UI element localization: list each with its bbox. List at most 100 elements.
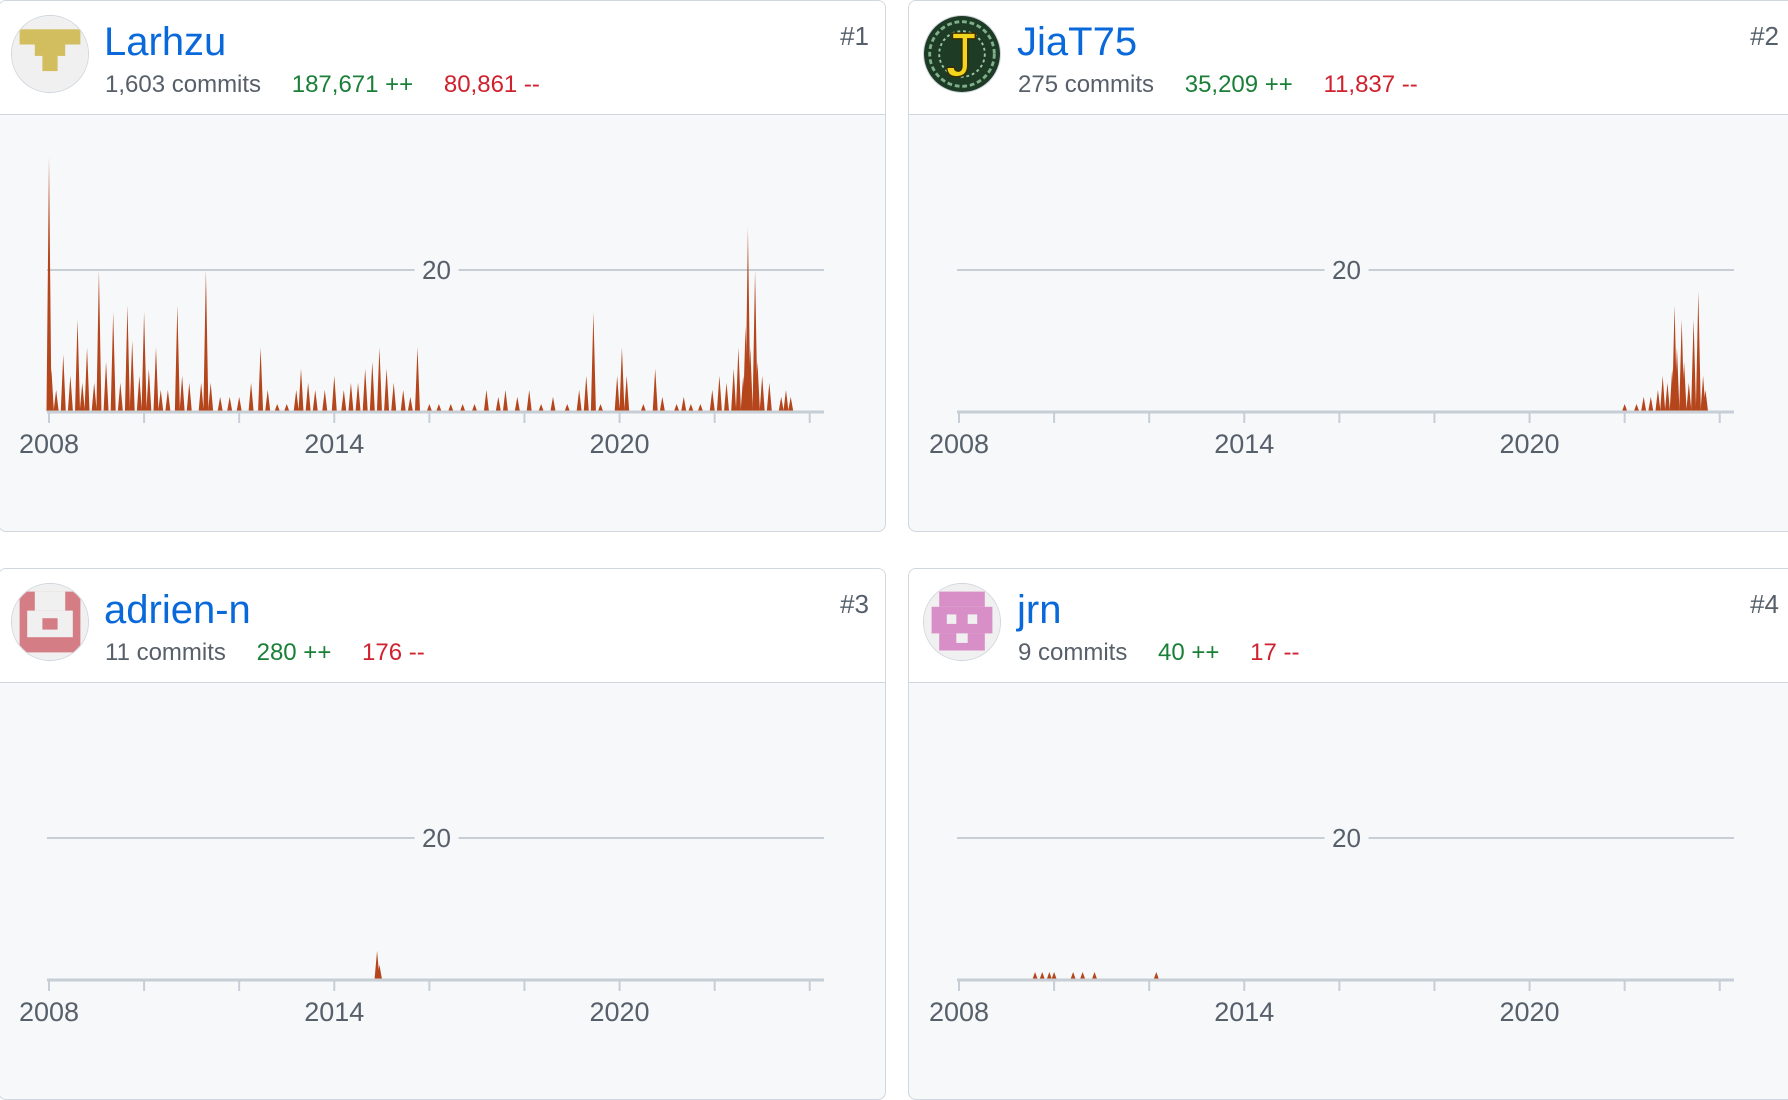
activity-spike: [236, 396, 242, 411]
activity-spike: [659, 396, 665, 411]
activity-spike: [79, 382, 85, 411]
y-tick-label: 20: [1332, 255, 1361, 285]
commit-activity-chart: 20 2008 2014 2020: [19, 823, 824, 1027]
activity-spike: [436, 403, 442, 411]
activity-spike: [355, 382, 361, 411]
activity-spike: [208, 382, 214, 411]
username-link[interactable]: Larhzu: [104, 19, 226, 65]
x-tick-label: 2020: [1500, 997, 1560, 1027]
deletions-count: 11,837 --: [1323, 71, 1418, 98]
rank-label: #4: [1750, 589, 1779, 619]
activity-spike: [376, 347, 382, 411]
avatar[interactable]: [11, 583, 89, 661]
commit-count-link[interactable]: 1,603 commits: [105, 71, 261, 98]
activity-spike: [1695, 291, 1701, 411]
activity-spike: [414, 347, 420, 411]
activity-spike: [619, 347, 625, 411]
activity-spike: [198, 382, 204, 411]
activity-spike: [576, 389, 582, 411]
activity-spike: [141, 312, 147, 411]
activity-spike: [284, 403, 290, 411]
activity-spike: [788, 396, 794, 411]
activity-spike: [158, 389, 164, 411]
rank-label: #3: [840, 589, 869, 619]
activity-spike: [84, 347, 90, 411]
commit-activity-chart: 20 2008 2014 2020: [929, 255, 1734, 459]
card-header: JiaT75 275 commits 35,209 ++ 11,837 -- #…: [909, 1, 1788, 115]
activity-spike: [640, 403, 646, 411]
activity-spike: [590, 312, 596, 411]
rank-label: #2: [1750, 21, 1779, 51]
rank-label: #1: [840, 21, 869, 51]
activity-spike: [117, 382, 123, 411]
commit-count-link[interactable]: 11 commits: [105, 639, 226, 666]
card-header: adrien-n 11 commits 280 ++ 176 -- #3: [0, 569, 885, 683]
activity-spike: [67, 375, 73, 411]
deletions-count: 176 --: [362, 639, 425, 666]
activity-spike: [759, 375, 765, 411]
activity-spike: [583, 375, 589, 411]
additions-count: 280 ++: [256, 639, 332, 666]
additions-count: 40 ++: [1158, 639, 1220, 666]
activity-spike: [766, 382, 772, 411]
activity-spike: [384, 368, 390, 411]
activity-spike: [103, 361, 109, 411]
activity-spike: [550, 396, 556, 411]
activity-spike: [91, 382, 97, 411]
activity-spike: [426, 403, 432, 411]
username-link[interactable]: JiaT75: [1017, 19, 1137, 65]
x-tick-label: 2008: [19, 997, 79, 1027]
activity-spike: [165, 389, 171, 411]
activity-spike: [179, 375, 185, 411]
activity-spike: [362, 368, 368, 411]
activity-spike: [174, 305, 180, 411]
commit-count-link[interactable]: 275 commits: [1018, 71, 1154, 98]
activity-spike: [1153, 971, 1159, 979]
activity-spike: [1032, 971, 1038, 979]
activity-spike: [674, 403, 680, 411]
activity-spike: [1648, 396, 1654, 411]
activity-spike: [1080, 971, 1086, 979]
activity-spike: [1691, 319, 1697, 411]
activity-spike: [312, 389, 318, 411]
contributor-card: Larhzu 1,603 commits 187,671 ++ 80,861 -…: [0, 0, 886, 532]
commit-activity-chart: 20 2008 2014 2020: [19, 157, 824, 459]
activity-spike: [369, 361, 375, 411]
contribution-stats: 11 commits 280 ++ 176 --: [105, 639, 425, 667]
x-tick-label: 2020: [1500, 429, 1560, 459]
x-tick-label: 2008: [929, 429, 989, 459]
activity-spike: [652, 368, 658, 411]
activity-spike: [75, 319, 81, 411]
activity-spike: [1039, 971, 1045, 979]
x-tick-label: 2008: [19, 429, 79, 459]
y-tick-label: 20: [422, 823, 451, 853]
activity-spike: [136, 375, 142, 411]
activity-spike: [735, 347, 741, 411]
avatar[interactable]: [11, 15, 89, 93]
activity-spike: [514, 396, 520, 411]
activity-spike: [624, 375, 630, 411]
activity-spike: [305, 382, 311, 411]
contributor-card: JiaT75 275 commits 35,209 ++ 11,837 -- #…: [908, 0, 1788, 532]
username-link[interactable]: jrn: [1017, 587, 1061, 633]
username-link[interactable]: adrien-n: [104, 587, 251, 633]
activity-spike: [248, 382, 254, 411]
activity-spike: [1660, 375, 1666, 411]
activity-spike: [598, 403, 604, 411]
activity-spike: [1070, 971, 1076, 979]
activity-spike: [146, 368, 152, 411]
activity-spike: [783, 389, 789, 411]
avatar[interactable]: [923, 583, 1001, 661]
avatar[interactable]: [923, 15, 1001, 93]
activity-spike: [60, 354, 66, 411]
card-header: jrn 9 commits 40 ++ 17 -- #4: [909, 569, 1788, 683]
activity-spike: [1046, 971, 1052, 979]
activity-spike: [538, 403, 544, 411]
contribution-stats: 1,603 commits 187,671 ++ 80,861 --: [105, 71, 540, 99]
activity-spike: [681, 396, 687, 411]
activity-spike: [778, 396, 784, 411]
commit-count-link[interactable]: 9 commits: [1018, 639, 1127, 666]
activity-spike: [460, 403, 466, 411]
activity-spike: [322, 389, 328, 411]
activity-spike: [1641, 396, 1647, 411]
